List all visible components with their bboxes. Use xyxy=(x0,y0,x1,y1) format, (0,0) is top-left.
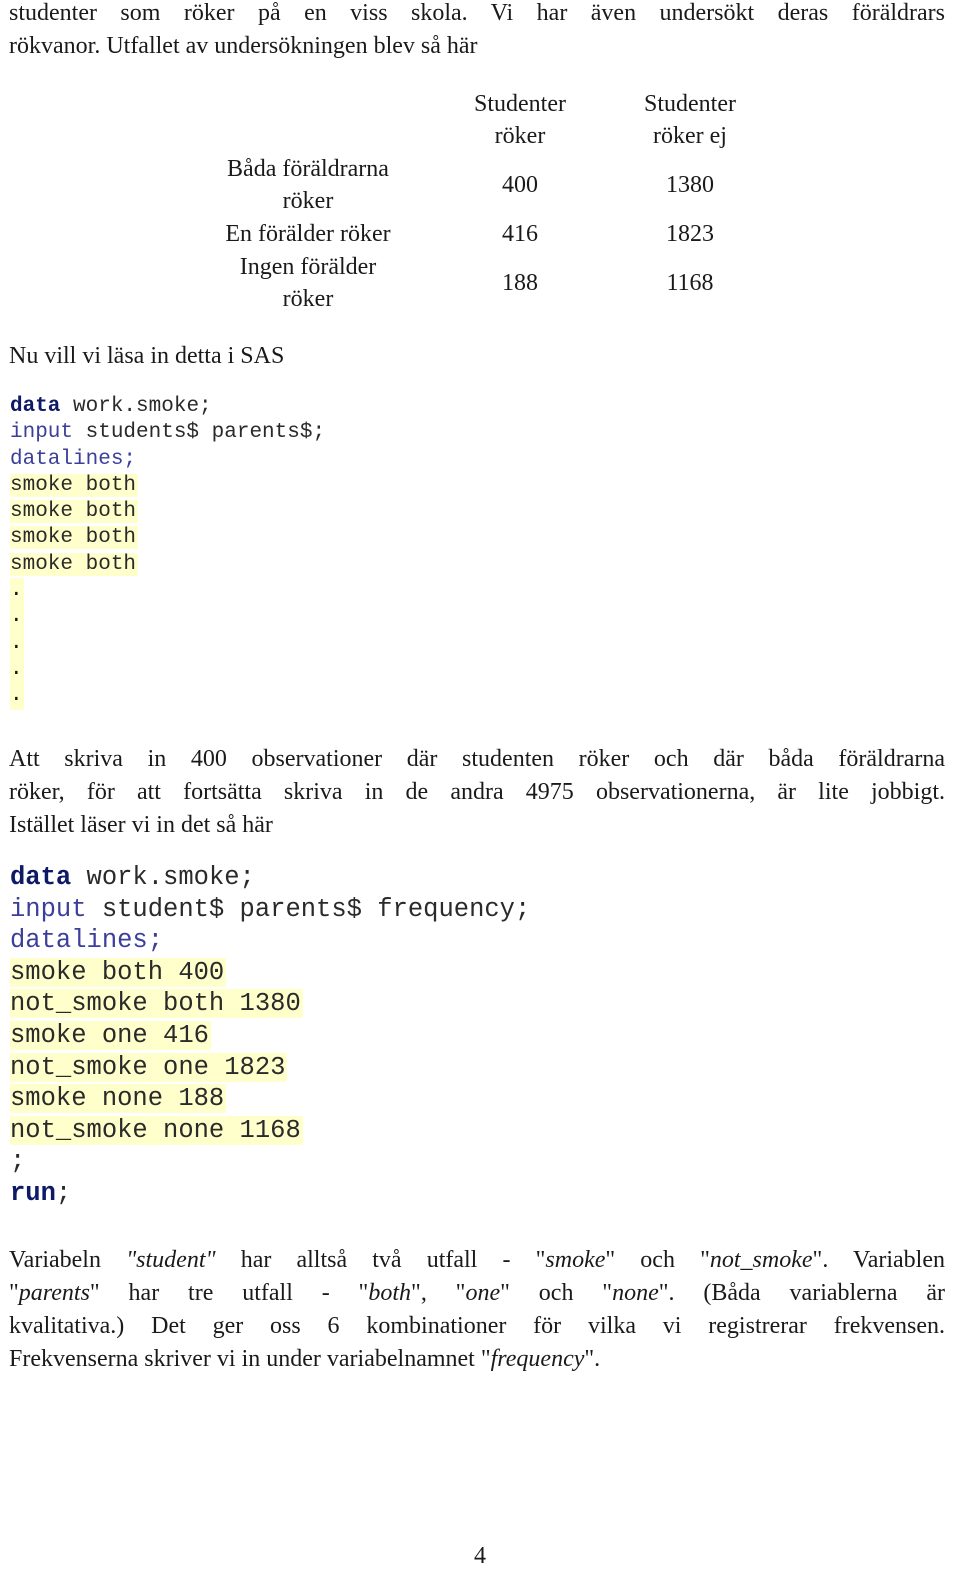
keyword-input: input xyxy=(10,894,87,924)
keyword-input: input xyxy=(10,421,74,445)
ellipsis-dot: . xyxy=(10,604,325,631)
keyword-data: data xyxy=(10,395,61,418)
code-line: run; xyxy=(10,1178,72,1208)
code-line: input student$ parents$ frequency; xyxy=(10,894,531,924)
code-line: ; xyxy=(10,1147,26,1177)
code-block-1: data work.smoke; input students$ parents… xyxy=(10,394,325,710)
intro-line-2: rökvanor. Utfallet av undersökningen ble… xyxy=(9,33,478,59)
data-line: smoke both xyxy=(10,500,139,524)
col-header-not-smokes: Studenter röker ej xyxy=(644,91,736,149)
row-label-none: Ingen förälder röker xyxy=(239,254,377,312)
intro-paragraph: studenter som röker på en viss skola. Vi… xyxy=(9,0,945,63)
ellipsis-dot: . xyxy=(10,656,325,684)
variables-line-4: Frekvenserna skriver vi in under variabe… xyxy=(9,1346,601,1372)
intro-line-1: studenter som röker på en viss skola. Vi… xyxy=(9,0,945,26)
cell-one-not-smokes: 1823 xyxy=(666,221,714,247)
row-label-both: Båda föräldrarna röker xyxy=(227,156,389,214)
keyword-data: data xyxy=(10,863,72,892)
cell-both-not-smokes: 1380 xyxy=(666,172,714,198)
col-header-smokes: Studenter röker xyxy=(474,91,566,149)
data-line: smoke both xyxy=(10,552,139,576)
row-label-one: En förälder röker xyxy=(225,221,391,247)
data-line: not_smoke one 1823 xyxy=(10,1052,288,1082)
variables-line-2: "parents" har tre utfall - "both", "one"… xyxy=(9,1280,945,1306)
sas-intro: Nu vill vi läsa in detta i SAS xyxy=(9,343,285,369)
cell-none-not-smokes: 1168 xyxy=(666,270,714,296)
explanation-paragraph: Att skriva in 400 observationer där stud… xyxy=(9,743,945,842)
keyword-datalines: datalines; xyxy=(10,926,164,956)
explanation-line-2: röker, för att fortsätta skriva in de an… xyxy=(9,779,945,805)
code-block-2: data work.smoke; input student$ parents$… xyxy=(10,862,530,1210)
data-line: not_smoke both 1380 xyxy=(10,989,303,1019)
cell-none-smokes: 188 xyxy=(502,270,538,296)
data-line: smoke both 400 xyxy=(10,957,227,987)
explanation-line-3: Istället läser vi in det så här xyxy=(9,812,273,838)
keyword-run: run xyxy=(10,1178,56,1208)
data-line: smoke none 188 xyxy=(10,1084,227,1114)
ellipsis-dot: . xyxy=(10,578,325,605)
explanation-line-1: Att skriva in 400 observationer där stud… xyxy=(9,746,945,772)
code-line: datalines; xyxy=(10,925,530,957)
data-line: not_smoke none 1168 xyxy=(10,1115,303,1145)
code-line: data work.smoke; xyxy=(10,863,255,892)
ellipsis-dot: . xyxy=(10,683,325,710)
cell-both-smokes: 400 xyxy=(502,172,538,198)
data-line: smoke one 416 xyxy=(10,1020,211,1050)
data-line: smoke both xyxy=(10,526,139,550)
cell-one-smokes: 416 xyxy=(502,221,538,247)
code-line: data work.smoke; xyxy=(10,395,212,418)
code-line: input students$ parents$; xyxy=(10,421,326,445)
variables-paragraph: Variabeln "student" har alltså två utfal… xyxy=(9,1244,945,1376)
ellipsis-dot: . xyxy=(10,630,325,657)
keyword-datalines: datalines; xyxy=(10,447,137,471)
page-number: 4 xyxy=(474,1543,486,1569)
variables-line-1: Variabeln "student" har alltså två utfal… xyxy=(9,1247,945,1273)
data-line: smoke both xyxy=(10,473,139,497)
variables-line-3: kvalitativa.) Det ger oss 6 kombinatione… xyxy=(9,1313,945,1339)
code-line: datalines; xyxy=(10,447,325,473)
